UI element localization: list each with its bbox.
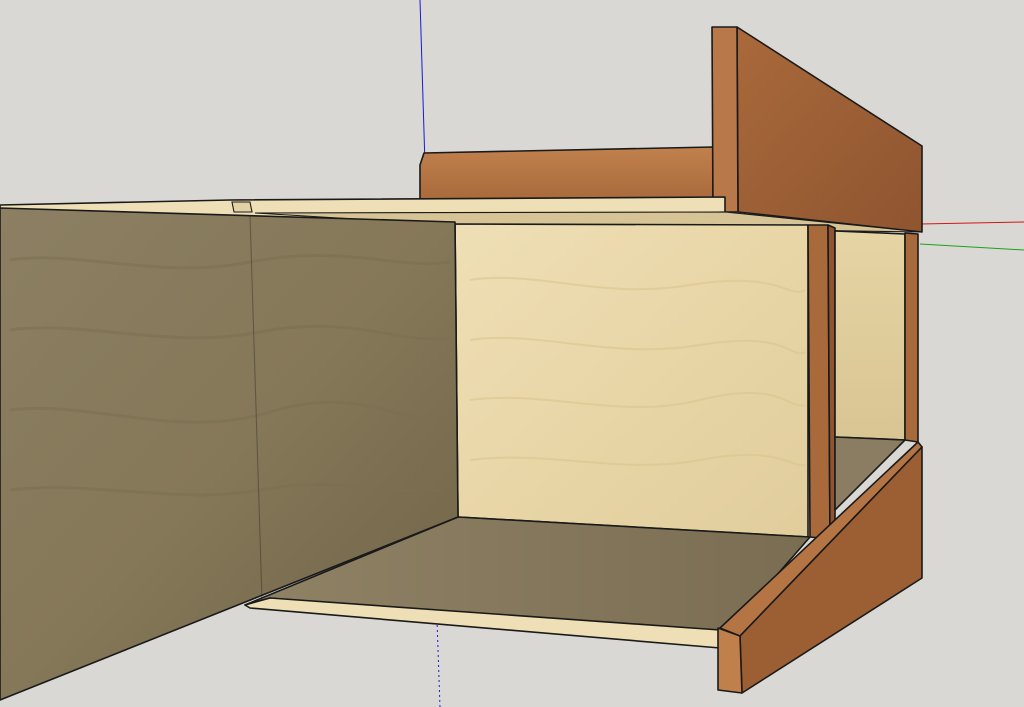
center-post-face[interactable] [807, 224, 831, 540]
front-left-panel[interactable] [0, 207, 459, 701]
back-panel-face[interactable] [736, 26, 923, 233]
blue-axis-dotted-line [436, 619, 441, 707]
blue-axis-line [419, 0, 426, 166]
back-top-rail[interactable] [419, 146, 714, 204]
model-viewport[interactable] [0, 0, 1024, 707]
model-canvas[interactable] [0, 0, 1024, 707]
green-axis-line [919, 243, 1024, 251]
right-front-rail-end[interactable] [717, 627, 743, 694]
back-panel-edge[interactable] [711, 26, 739, 213]
far-right-panel[interactable] [834, 230, 906, 441]
center-post-side[interactable] [827, 224, 836, 540]
inner-divider-panel[interactable] [454, 223, 809, 538]
top-plywood-notch[interactable] [231, 201, 253, 213]
red-axis-line [919, 221, 1024, 225]
far-right-post[interactable] [904, 232, 919, 443]
